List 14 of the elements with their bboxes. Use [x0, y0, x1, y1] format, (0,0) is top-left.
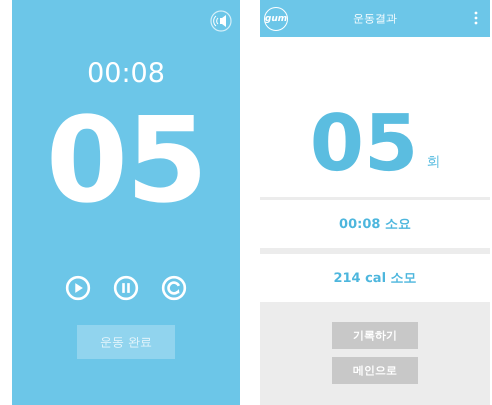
- duration-text: 00:08 소요: [260, 200, 490, 248]
- play-icon[interactable]: [65, 275, 91, 301]
- rep-count: 05: [46, 101, 206, 219]
- logo[interactable]: gum: [264, 6, 288, 30]
- screen-title: 운동결과: [352, 11, 398, 26]
- calories-text: 214 cal 소모: [260, 254, 490, 302]
- rep-count: 05: [310, 105, 418, 191]
- menu-icon[interactable]: [474, 11, 478, 25]
- finish-button[interactable]: 운동 완료: [77, 325, 175, 359]
- pause-icon[interactable]: [113, 275, 139, 301]
- elapsed-time: 00:08: [87, 58, 165, 89]
- restart-icon[interactable]: [161, 275, 187, 301]
- count-unit: 회: [426, 153, 440, 171]
- speaker-icon[interactable]: [210, 10, 232, 32]
